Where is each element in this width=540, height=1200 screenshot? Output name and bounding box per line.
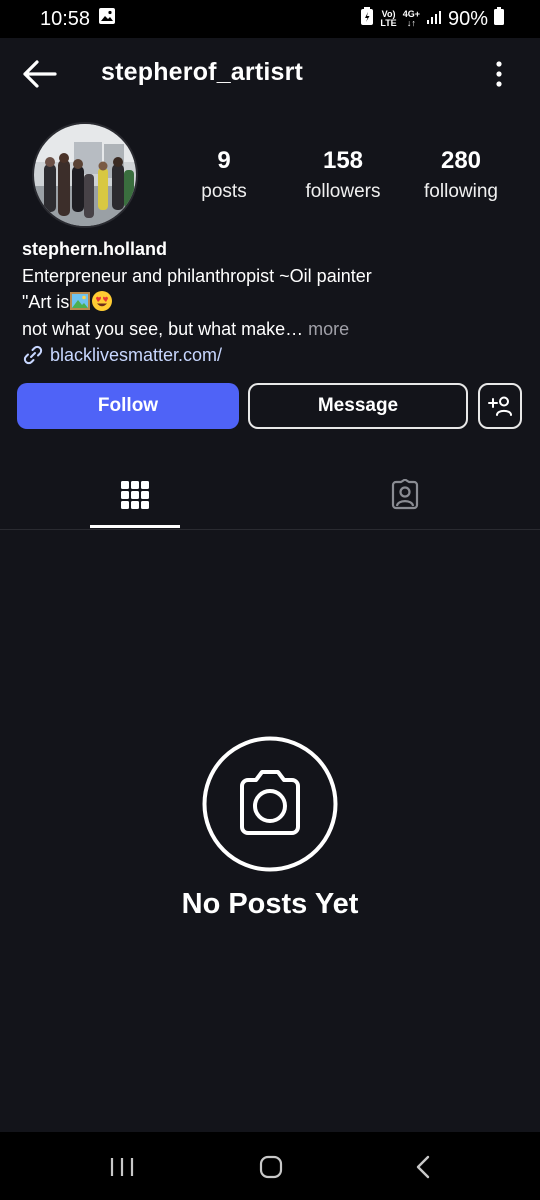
bio-more-link[interactable]: more bbox=[308, 319, 349, 339]
profile-avatar[interactable] bbox=[32, 122, 138, 228]
bio-line-2-text: "Art is bbox=[22, 292, 70, 312]
recent-apps-icon bbox=[110, 1158, 134, 1176]
status-bar: 10:58 Vo) LTE 4G+ ↓↑ 90% bbox=[0, 0, 540, 38]
followers-count: 158 bbox=[322, 147, 364, 174]
network-arrows: ↓↑ bbox=[406, 18, 416, 28]
home-icon bbox=[259, 1155, 283, 1179]
network-indicator: 4G+ ↓↑ bbox=[403, 10, 420, 28]
bio-website-link[interactable]: blacklivesmatter.com/ bbox=[22, 342, 522, 369]
signal-icon bbox=[426, 8, 442, 31]
tagged-person-icon bbox=[391, 479, 419, 510]
tab-tagged[interactable] bbox=[360, 460, 450, 530]
profile-username: stepherof_artisrt bbox=[101, 58, 304, 86]
system-navigation-bar bbox=[0, 1132, 540, 1200]
recent-apps-button[interactable] bbox=[107, 1152, 137, 1182]
avatar-photo bbox=[34, 124, 136, 226]
back-button[interactable] bbox=[22, 58, 58, 90]
gallery-notification-icon bbox=[98, 7, 116, 31]
tab-posts-grid[interactable] bbox=[90, 460, 180, 530]
followers-stat[interactable]: 158 followers bbox=[283, 146, 403, 208]
profile-tabs bbox=[0, 460, 540, 530]
home-button[interactable] bbox=[256, 1152, 286, 1182]
followers-label: followers bbox=[305, 181, 381, 202]
active-tab-indicator bbox=[90, 525, 180, 528]
posts-label: posts bbox=[201, 181, 247, 202]
grid-icon bbox=[121, 481, 149, 509]
framed-picture-emoji-icon bbox=[69, 290, 91, 312]
following-stat[interactable]: 280 following bbox=[401, 146, 521, 208]
bio-line-3-text: not what you see, but what make… bbox=[22, 318, 304, 339]
battery-percent: 90% bbox=[447, 7, 488, 30]
camera-circle-icon bbox=[202, 736, 338, 872]
chevron-left-icon bbox=[416, 1155, 430, 1179]
volte-bottom: LTE bbox=[380, 18, 397, 28]
link-icon bbox=[23, 346, 43, 365]
more-vertical-icon bbox=[496, 61, 502, 87]
message-button[interactable]: Message bbox=[248, 383, 468, 429]
bio-line-2: "Art is bbox=[22, 289, 522, 316]
bio-website-text: blacklivesmatter.com/ bbox=[50, 345, 223, 365]
system-back-button[interactable] bbox=[408, 1152, 438, 1182]
suggested-accounts-button[interactable] bbox=[478, 383, 522, 429]
display-name: stephern.holland bbox=[22, 239, 168, 259]
posts-stat[interactable]: 9 posts bbox=[164, 146, 284, 208]
following-label: following bbox=[424, 181, 498, 202]
profile-header: stepherof_artisrt bbox=[0, 38, 540, 110]
back-arrow-icon bbox=[23, 60, 57, 88]
more-options-button[interactable] bbox=[494, 60, 504, 88]
status-left: 10:58 bbox=[40, 7, 116, 31]
heart-eyes-emoji-icon bbox=[91, 290, 113, 312]
status-time: 10:58 bbox=[40, 7, 91, 30]
volte-indicator: Vo) LTE bbox=[380, 10, 396, 28]
bio-line-3: not what you see, but what make… more bbox=[22, 316, 522, 343]
following-count: 280 bbox=[440, 147, 482, 174]
add-person-icon bbox=[488, 396, 512, 416]
battery-saver-icon bbox=[360, 6, 374, 32]
status-right: Vo) LTE 4G+ ↓↑ 90% bbox=[360, 6, 504, 32]
posts-count: 9 bbox=[217, 147, 231, 174]
follow-button[interactable]: Follow bbox=[17, 383, 239, 429]
empty-state-text: No Posts Yet bbox=[181, 888, 359, 920]
profile-bio: stephern.holland Enterpreneur and philan… bbox=[22, 236, 522, 369]
battery-icon bbox=[494, 7, 504, 31]
bio-line-1: Enterpreneur and philanthropist ~Oil pai… bbox=[22, 265, 372, 286]
